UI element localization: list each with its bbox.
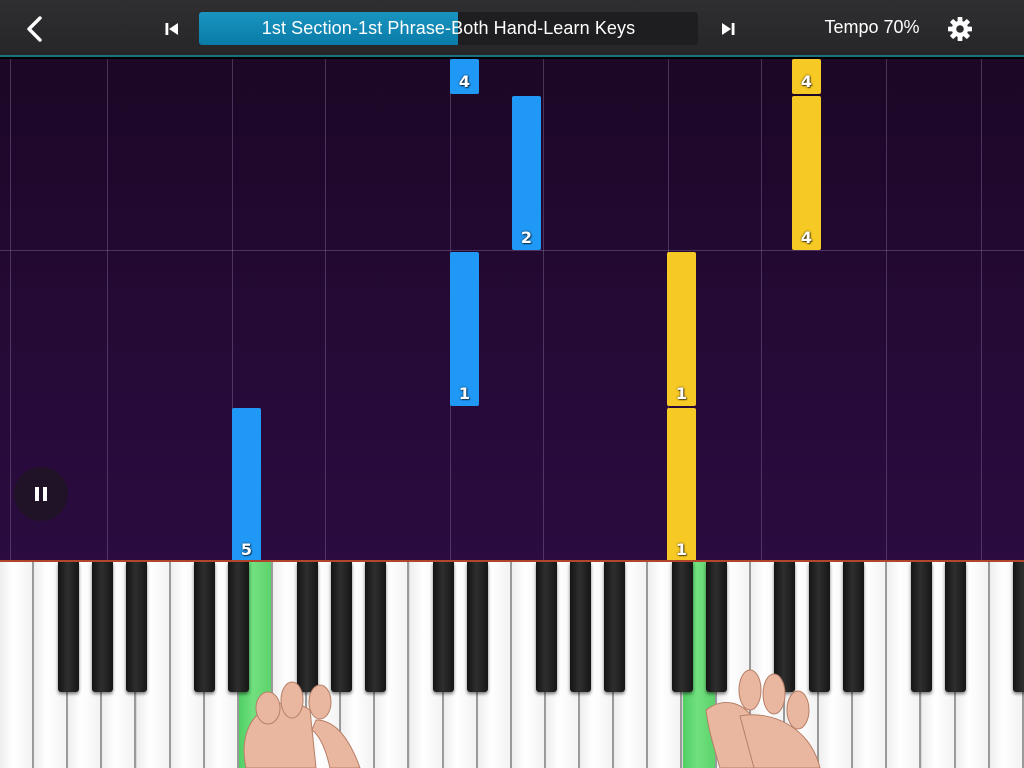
grid-line — [325, 59, 326, 562]
gear-icon — [948, 17, 972, 41]
white-key[interactable] — [0, 562, 34, 768]
phrase-progress-bar[interactable]: 1st Section-1st Phrase-Both Hand-Learn K… — [199, 12, 698, 45]
black-key[interactable] — [365, 562, 386, 692]
grid-line — [543, 59, 544, 562]
section-title: 1st Section-1st Phrase-Both Hand-Learn K… — [261, 18, 636, 38]
black-key[interactable] — [58, 562, 79, 692]
black-key[interactable] — [911, 562, 932, 692]
black-key[interactable] — [194, 562, 215, 692]
black-key[interactable] — [92, 562, 113, 692]
note-left-hand: 1 — [450, 252, 479, 406]
black-key[interactable] — [433, 562, 454, 692]
black-key[interactable] — [126, 562, 147, 692]
note-right-hand: 4 — [792, 96, 821, 250]
note-right-hand: 4 — [792, 59, 821, 94]
black-key[interactable] — [672, 562, 693, 692]
back-button[interactable] — [18, 12, 52, 46]
note-right-hand: 1 — [667, 252, 696, 406]
tempo-button[interactable]: Tempo 70% — [812, 17, 932, 38]
note-left-hand: 5 — [232, 408, 261, 562]
grid-line — [886, 59, 887, 562]
black-key[interactable] — [297, 562, 318, 692]
black-key[interactable] — [604, 562, 625, 692]
black-key[interactable] — [1013, 562, 1024, 692]
finger-number: 4 — [800, 228, 813, 247]
settings-button[interactable] — [942, 11, 978, 47]
grid-line — [981, 59, 982, 562]
black-key[interactable] — [331, 562, 352, 692]
previous-phrase-button[interactable] — [158, 14, 186, 44]
grid-line — [761, 59, 762, 562]
left-hand-image — [243, 681, 361, 768]
next-phrase-button[interactable] — [714, 14, 742, 44]
chevron-left-icon — [27, 16, 42, 42]
finger-number: 4 — [458, 72, 471, 91]
piano-keyboard[interactable] — [0, 562, 1024, 768]
black-key[interactable] — [570, 562, 591, 692]
note-highway: 4 2 1 5 4 4 1 1 — [0, 59, 1024, 562]
finger-number: 2 — [520, 228, 533, 247]
skip-previous-icon — [165, 23, 178, 35]
finger-number: 1 — [675, 384, 688, 403]
pause-button[interactable] — [14, 467, 68, 521]
grid-line — [107, 59, 108, 562]
finger-number: 4 — [800, 72, 813, 91]
black-key[interactable] — [843, 562, 864, 692]
note-right-hand: 1 — [667, 408, 696, 562]
black-key[interactable] — [536, 562, 557, 692]
finger-number: 1 — [458, 384, 471, 403]
black-key[interactable] — [945, 562, 966, 692]
finger-number: 5 — [240, 540, 253, 559]
top-toolbar: 1st Section-1st Phrase-Both Hand-Learn K… — [0, 0, 1024, 57]
measure-line — [0, 250, 1024, 251]
black-key[interactable] — [467, 562, 488, 692]
grid-line — [10, 59, 11, 562]
right-hand-image — [705, 669, 821, 768]
note-left-hand: 2 — [512, 96, 541, 250]
pause-icon — [35, 487, 47, 501]
note-left-hand: 4 — [450, 59, 479, 94]
finger-number: 1 — [675, 540, 688, 559]
black-key[interactable] — [228, 562, 249, 692]
skip-next-icon — [722, 23, 735, 35]
